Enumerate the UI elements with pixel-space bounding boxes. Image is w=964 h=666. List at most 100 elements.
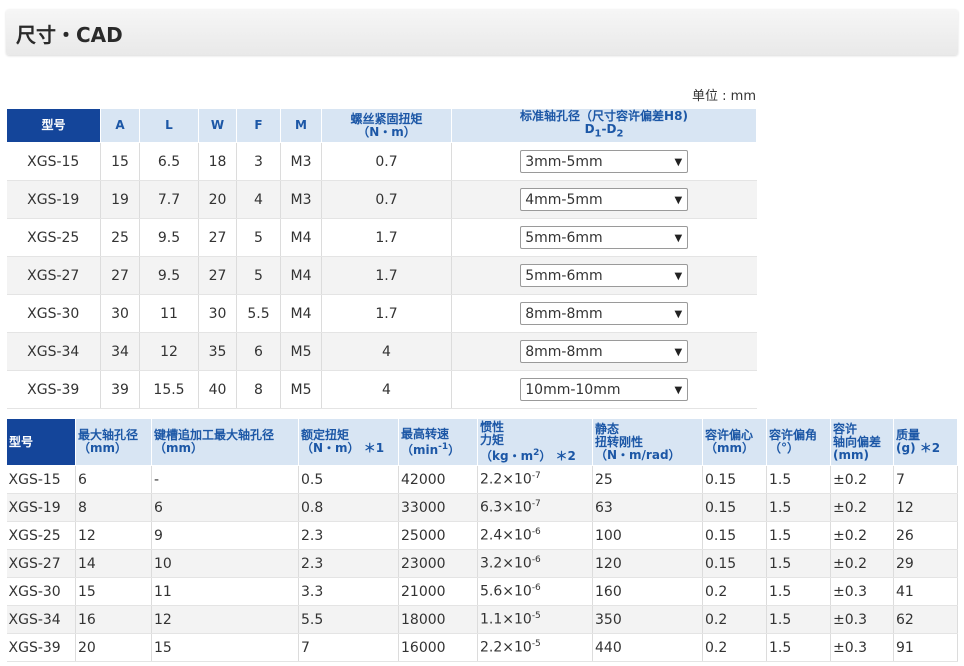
cell-model: XGS-15 xyxy=(6,465,76,494)
torque-header-line1: 螺丝紧固扭矩 xyxy=(350,111,423,126)
table-row: XGS-27 27 9.5 27 5 M4 1.7 5mm-6mm ▼ xyxy=(6,256,757,295)
col-header-l: L xyxy=(139,108,199,143)
cell-keyway: 12 xyxy=(151,605,299,634)
table-row: XGS-39 20 15 7 16000 2.2×10-5 440 0.2 1.5 ±0.3 91 xyxy=(6,633,958,662)
cell-l: 11 xyxy=(139,294,199,333)
bore-select[interactable]: 8mm-8mm ▼ xyxy=(520,340,689,363)
cell-torque: 1.7 xyxy=(321,294,452,333)
cell-bore: 8mm-8mm ▼ xyxy=(451,294,757,333)
cell-axial: ±0.3 xyxy=(830,633,894,662)
table-row: XGS-27 14 10 2.3 23000 3.2×10-6 120 0.15 1.5 ±0.2… xyxy=(6,549,958,578)
cell-axial: ±0.2 xyxy=(830,549,894,578)
cell-model: XGS-27 xyxy=(6,256,101,295)
table-row: XGS-19 8 6 0.8 33000 6.3×10-7 63 0.15 1.5 ±0.2 12 xyxy=(6,493,958,522)
col-header-keyway-bore: 键槽追加工最大轴孔径 （mm） xyxy=(151,418,299,466)
cell-keyway: - xyxy=(151,465,299,494)
cell-ang: 1.5 xyxy=(766,493,831,522)
cell-a: 34 xyxy=(100,332,140,371)
col-header-mass: 质量 (g) ＊2 xyxy=(893,418,958,466)
bore-select[interactable]: 3mm-5mm ▼ xyxy=(520,150,689,173)
cell-inertia: 1.1×10-5 xyxy=(477,605,593,634)
cell-stiff: 350 xyxy=(592,605,703,634)
chevron-down-icon: ▼ xyxy=(674,195,683,206)
cell-rated: 2.3 xyxy=(298,549,399,578)
table-row: XGS-15 15 6.5 18 3 M3 0.7 3mm-5mm ▼ xyxy=(6,142,757,181)
cell-ang: 1.5 xyxy=(766,465,831,494)
cell-w: 27 xyxy=(198,256,237,295)
cell-keyway: 9 xyxy=(151,521,299,550)
cell-f: 5.5 xyxy=(236,294,281,333)
bore-select[interactable]: 8mm-8mm ▼ xyxy=(520,302,689,325)
cell-axial: ±0.3 xyxy=(830,605,894,634)
col-header-model: 型号 xyxy=(6,418,76,466)
cell-bore: 5mm-6mm ▼ xyxy=(451,218,757,257)
cell-model: XGS-30 xyxy=(6,294,101,333)
cell-stiff: 100 xyxy=(592,521,703,550)
col-header-stiffness: 静态 扭转刚性 （N・m/rad） xyxy=(592,418,703,466)
cell-mass: 62 xyxy=(893,605,958,634)
col-header-f: F xyxy=(236,108,281,143)
bore-select[interactable]: 5mm-6mm ▼ xyxy=(520,226,689,249)
cell-ang: 1.5 xyxy=(766,549,831,578)
cell-axial: ±0.3 xyxy=(830,577,894,606)
bore-select-value: 4mm-5mm xyxy=(525,192,603,208)
table-header-row: 型号 A L W F M 螺丝紧固扭矩 （N・m） 标准轴孔径（尺寸容许偏差H8… xyxy=(6,108,757,143)
cell-w: 30 xyxy=(198,294,237,333)
cell-inertia: 6.3×10-7 xyxy=(477,493,593,522)
col-header-max-bore: 最大轴孔径 （mm） xyxy=(75,418,152,466)
cell-axial: ±0.2 xyxy=(830,521,894,550)
col-header-max-speed: 最高转速 （min-1） xyxy=(398,418,478,466)
bore-select-value: 8mm-8mm xyxy=(525,344,603,360)
bore-select-value: 10mm-10mm xyxy=(525,382,621,398)
col-header-axial: 容许 轴向偏差 (mm) xyxy=(830,418,894,466)
cell-bore: 5mm-6mm ▼ xyxy=(451,256,757,295)
cell-rated: 0.5 xyxy=(298,465,399,494)
cell-w: 18 xyxy=(198,142,237,181)
cell-speed: 16000 xyxy=(398,633,478,662)
specifications-table: 型号 最大轴孔径 （mm） 键槽追加工最大轴孔径 （mm） 额定扭矩 （N・m） ＊1… xyxy=(6,418,958,662)
cell-w: 35 xyxy=(198,332,237,371)
col-header-model: 型号 xyxy=(6,108,101,143)
cell-stiff: 120 xyxy=(592,549,703,578)
cell-bore: 8mm-8mm ▼ xyxy=(451,332,757,371)
cell-speed: 18000 xyxy=(398,605,478,634)
cell-inertia: 5.6×10-6 xyxy=(477,577,593,606)
cell-mass: 7 xyxy=(893,465,958,494)
bore-select[interactable]: 10mm-10mm ▼ xyxy=(520,378,689,401)
chevron-down-icon: ▼ xyxy=(674,309,683,320)
bore-select-value: 3mm-5mm xyxy=(525,154,603,170)
cell-l: 7.7 xyxy=(139,180,199,219)
cell-model: XGS-25 xyxy=(6,521,76,550)
cell-torque: 4 xyxy=(321,332,452,371)
cell-w: 40 xyxy=(198,370,237,409)
cell-speed: 42000 xyxy=(398,465,478,494)
bore-select[interactable]: 5mm-6mm ▼ xyxy=(520,264,689,287)
cell-m: M4 xyxy=(280,218,322,257)
bore-select-value: 5mm-6mm xyxy=(525,268,603,284)
table-row: XGS-30 15 11 3.3 21000 5.6×10-6 160 0.2 1.5 ±0.3 4… xyxy=(6,577,958,606)
cell-model: XGS-25 xyxy=(6,218,101,257)
cell-mass: 12 xyxy=(893,493,958,522)
bore-select[interactable]: 4mm-5mm ▼ xyxy=(520,188,689,211)
cell-keyway: 11 xyxy=(151,577,299,606)
cell-m: M4 xyxy=(280,256,322,295)
table-row: XGS-30 30 11 30 5.5 M4 1.7 8mm-8mm ▼ xyxy=(6,294,757,333)
cell-stiff: 25 xyxy=(592,465,703,494)
cell-axial: ±0.2 xyxy=(830,465,894,494)
cell-mass: 41 xyxy=(893,577,958,606)
cell-a: 30 xyxy=(100,294,140,333)
cell-torque: 0.7 xyxy=(321,142,452,181)
cell-a: 27 xyxy=(100,256,140,295)
cell-f: 5 xyxy=(236,218,281,257)
cell-a: 39 xyxy=(100,370,140,409)
chevron-down-icon: ▼ xyxy=(674,385,683,396)
cell-speed: 21000 xyxy=(398,577,478,606)
cell-rated: 5.5 xyxy=(298,605,399,634)
cell-model: XGS-39 xyxy=(6,633,76,662)
cell-ang: 1.5 xyxy=(766,521,831,550)
chevron-down-icon: ▼ xyxy=(674,157,683,168)
cell-ecc: 0.15 xyxy=(702,465,767,494)
cell-model: XGS-15 xyxy=(6,142,101,181)
cell-f: 4 xyxy=(236,180,281,219)
cell-speed: 25000 xyxy=(398,521,478,550)
